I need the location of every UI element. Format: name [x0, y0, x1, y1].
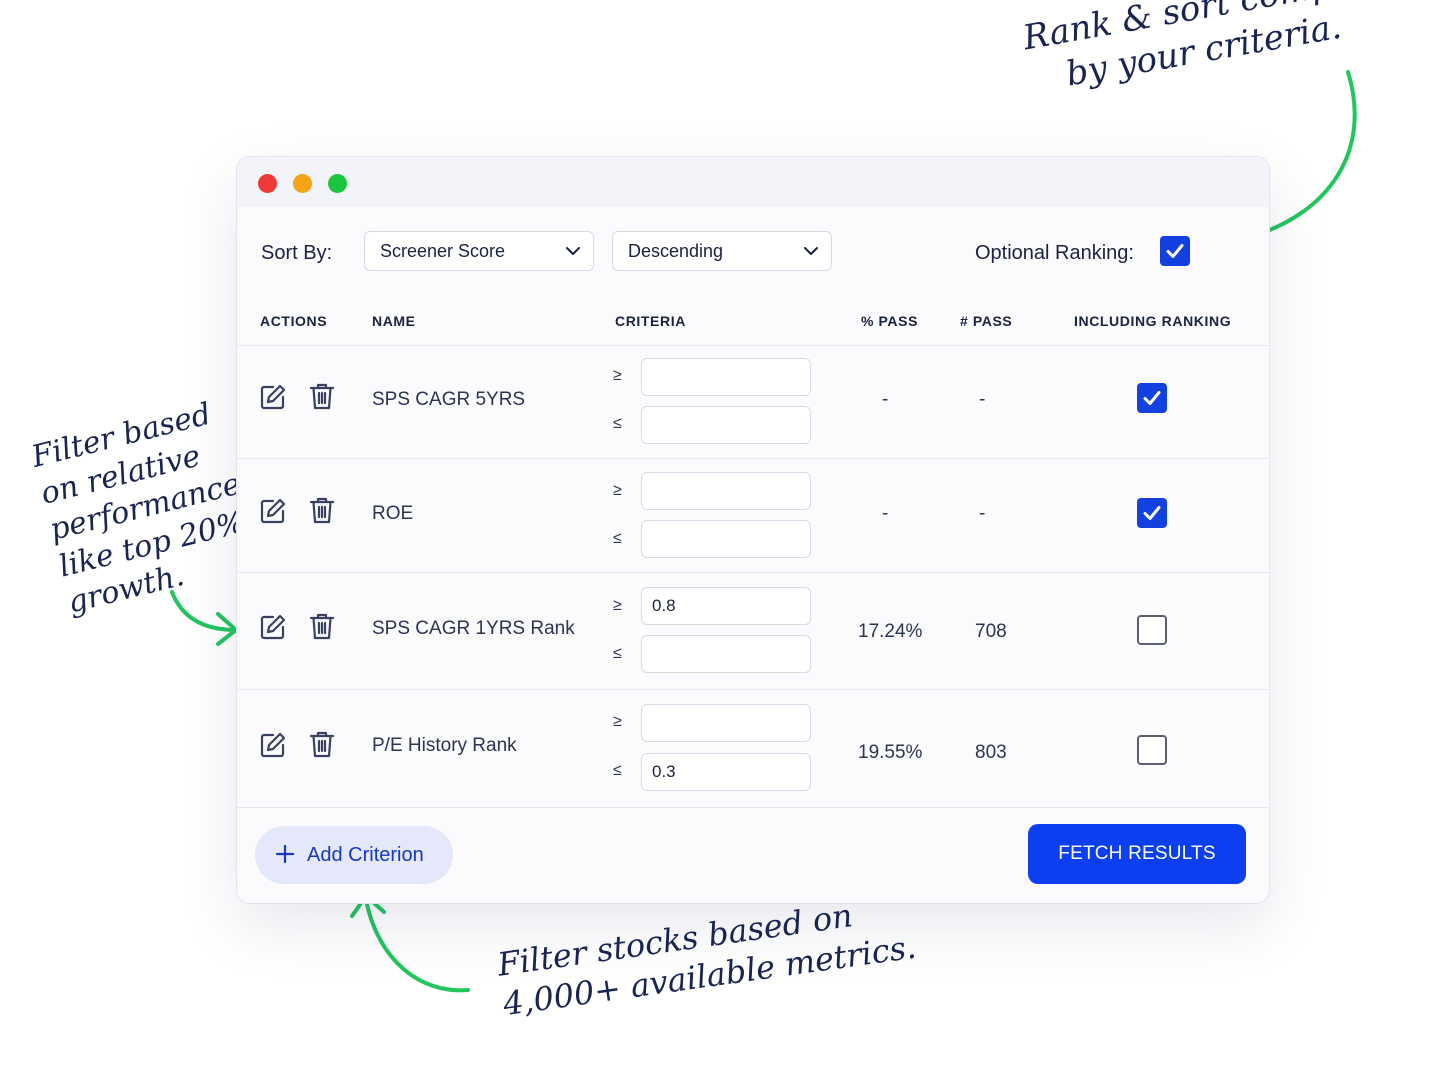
criterion-name: SPS CAGR 5YRS — [372, 389, 526, 410]
criterion-name: P/E History Rank — [372, 735, 517, 756]
header-criteria: CRITERIA — [615, 313, 686, 329]
lte-operator: ≤ — [613, 530, 622, 547]
criterion-min-input[interactable] — [641, 704, 811, 742]
num-pass-value: 803 — [975, 742, 1007, 763]
chevron-down-icon — [566, 247, 580, 255]
edit-icon[interactable] — [259, 497, 287, 525]
screener-window: Sort By: Screener Score Descending Optio… — [236, 156, 1270, 904]
sort-field-value: Screener Score — [380, 241, 506, 261]
criterion-max-input[interactable] — [641, 635, 811, 673]
window-footer: Add Criterion FETCH RESULTS — [237, 807, 1269, 903]
edit-icon[interactable] — [259, 383, 287, 411]
minimize-window-button[interactable] — [293, 174, 312, 193]
table-row: ROE ≥ ≤ - - — [237, 458, 1269, 573]
arrow-to-criteria-icon — [170, 590, 238, 646]
criterion-max-input[interactable] — [641, 753, 811, 791]
plus-icon — [275, 844, 295, 864]
criterion-min-input[interactable] — [641, 358, 811, 396]
header-including-ranking: INCLUDING RANKING — [1074, 313, 1232, 329]
sort-field-select[interactable]: Screener Score — [364, 231, 594, 271]
include-ranking-checkbox[interactable] — [1137, 735, 1167, 765]
include-ranking-checkbox[interactable] — [1137, 498, 1167, 528]
lte-operator: ≤ — [613, 645, 622, 662]
trash-icon[interactable] — [309, 612, 335, 640]
sort-by-label: Sort By: — [261, 242, 333, 264]
trash-icon[interactable] — [309, 730, 335, 758]
check-icon — [1143, 391, 1161, 405]
sort-bar: Sort By: Screener Score Descending Optio… — [237, 231, 1269, 275]
title-bar — [237, 157, 1269, 207]
criterion-min-input[interactable] — [641, 587, 811, 625]
sort-direction-select[interactable]: Descending — [612, 231, 832, 271]
edit-icon[interactable] — [259, 731, 287, 759]
criterion-max-input[interactable] — [641, 520, 811, 558]
edit-icon[interactable] — [259, 613, 287, 641]
optional-ranking-label: Optional Ranking: — [975, 242, 1134, 264]
include-ranking-checkbox[interactable] — [1137, 383, 1167, 413]
table-row: SPS CAGR 1YRS Rank ≥ ≤ 17.24% 708 — [237, 572, 1269, 690]
sort-direction-value: Descending — [628, 241, 724, 261]
num-pass-value: 708 — [975, 621, 1007, 642]
pct-pass-value: - — [882, 503, 889, 524]
fetch-results-button[interactable]: FETCH RESULTS — [1028, 824, 1246, 884]
table-row: SPS CAGR 5YRS ≥ ≤ - - — [237, 345, 1269, 459]
criterion-name: SPS CAGR 1YRS Rank — [372, 618, 575, 639]
criterion-max-input[interactable] — [641, 406, 811, 444]
add-criterion-label: Add Criterion — [307, 844, 424, 866]
annotation-rank-sort: Rank & sort companies by your criteria. — [1020, 0, 1425, 94]
table-row: P/E History Rank ≥ ≤ 19.55% 803 — [237, 689, 1269, 808]
zoom-window-button[interactable] — [328, 174, 347, 193]
num-pass-value: - — [979, 503, 986, 524]
check-icon — [1143, 506, 1161, 520]
annotation-filter-metrics: Filter stocks based on 4,000+ available … — [495, 896, 919, 1024]
trash-icon[interactable] — [309, 496, 335, 524]
num-pass-value: - — [979, 389, 986, 410]
lte-operator: ≤ — [613, 415, 622, 432]
close-window-button[interactable] — [258, 174, 277, 193]
criterion-min-input[interactable] — [641, 472, 811, 510]
optional-ranking-checkbox[interactable] — [1160, 236, 1190, 266]
gte-operator: ≥ — [613, 482, 622, 499]
header-pct-pass: % PASS — [861, 313, 919, 329]
gte-operator: ≥ — [613, 713, 622, 730]
table-header: ACTIONS NAME CRITERIA % PASS # PASS INCL… — [237, 313, 1269, 345]
lte-operator: ≤ — [613, 762, 622, 779]
criterion-name: ROE — [372, 503, 414, 524]
chevron-down-icon — [804, 247, 818, 255]
trash-icon[interactable] — [309, 382, 335, 410]
header-num-pass: # PASS — [960, 313, 1013, 329]
add-criterion-button[interactable]: Add Criterion — [255, 826, 453, 884]
pct-pass-value: 19.55% — [858, 742, 923, 763]
gte-operator: ≥ — [613, 597, 622, 614]
pct-pass-value: - — [882, 389, 889, 410]
header-name: NAME — [372, 313, 416, 329]
pct-pass-value: 17.24% — [858, 621, 923, 642]
include-ranking-checkbox[interactable] — [1137, 615, 1167, 645]
gte-operator: ≥ — [613, 367, 622, 384]
check-icon — [1166, 244, 1184, 258]
header-actions: ACTIONS — [260, 313, 328, 329]
arrow-to-add-icon — [350, 894, 470, 993]
